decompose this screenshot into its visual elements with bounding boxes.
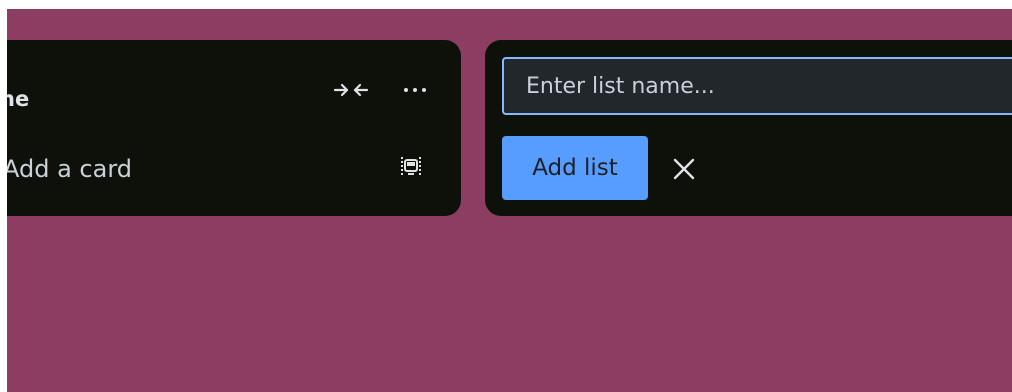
more-options-icon xyxy=(404,88,426,92)
add-list-button[interactable]: Add list xyxy=(502,136,648,200)
collapse-list-icon[interactable] xyxy=(332,79,370,101)
card-template-icon xyxy=(401,157,421,175)
board-list xyxy=(7,40,461,216)
create-from-template-icon[interactable] xyxy=(400,154,422,178)
list-title[interactable]: ne xyxy=(7,89,29,110)
app-frame: ne Add a card Enter list name... Add lis… xyxy=(0,0,1012,392)
list-more-options-icon[interactable] xyxy=(400,79,430,101)
board-canvas: ne Add a card Enter list name... Add lis… xyxy=(7,9,1012,392)
list-name-input[interactable] xyxy=(502,57,1012,115)
close-composer-button[interactable] xyxy=(670,155,698,183)
add-card-button[interactable]: Add a card xyxy=(7,157,132,181)
collapse-arrows-icon xyxy=(333,83,369,97)
close-icon xyxy=(673,158,695,180)
